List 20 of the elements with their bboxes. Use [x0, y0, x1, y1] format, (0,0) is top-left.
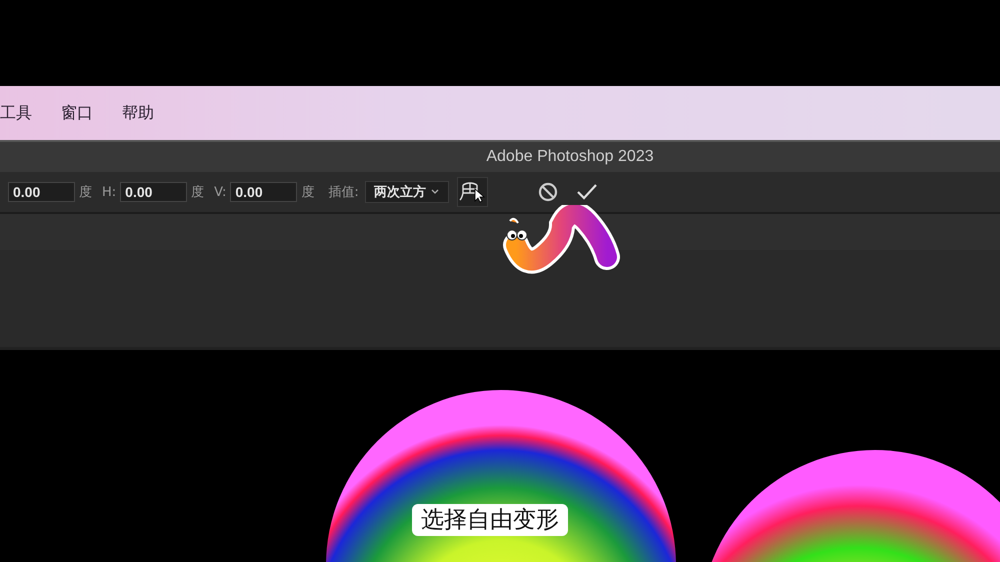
commit-check-icon[interactable]: [576, 183, 598, 201]
cancel-icon[interactable]: [538, 182, 558, 202]
unit-label: 度: [79, 184, 92, 201]
chevron-icon: [430, 189, 439, 195]
field-label: H:: [102, 184, 116, 200]
menu-item[interactable]: 帮助: [122, 102, 154, 124]
angle-input[interactable]: 0.00: [120, 182, 188, 202]
unit-label: 度: [191, 184, 204, 201]
window-title: Adobe Photoshop 2023: [486, 148, 654, 166]
interpolation-dropdown[interactable]: 两次立方: [364, 181, 449, 203]
interpolation-label: 插值:: [328, 184, 359, 201]
field-label: V:: [214, 184, 226, 200]
warp-button[interactable]: [456, 177, 488, 207]
unit-label: 度: [301, 184, 314, 201]
video-caption: 选择自由变形: [412, 504, 568, 536]
menu-item[interactable]: 窗口: [61, 102, 93, 124]
angle-input[interactable]: 0.00: [230, 182, 298, 202]
warp-mesh-icon: [459, 180, 486, 204]
angle-input[interactable]: 0.00: [8, 182, 75, 202]
menu-item[interactable]: 工具: [0, 102, 32, 124]
